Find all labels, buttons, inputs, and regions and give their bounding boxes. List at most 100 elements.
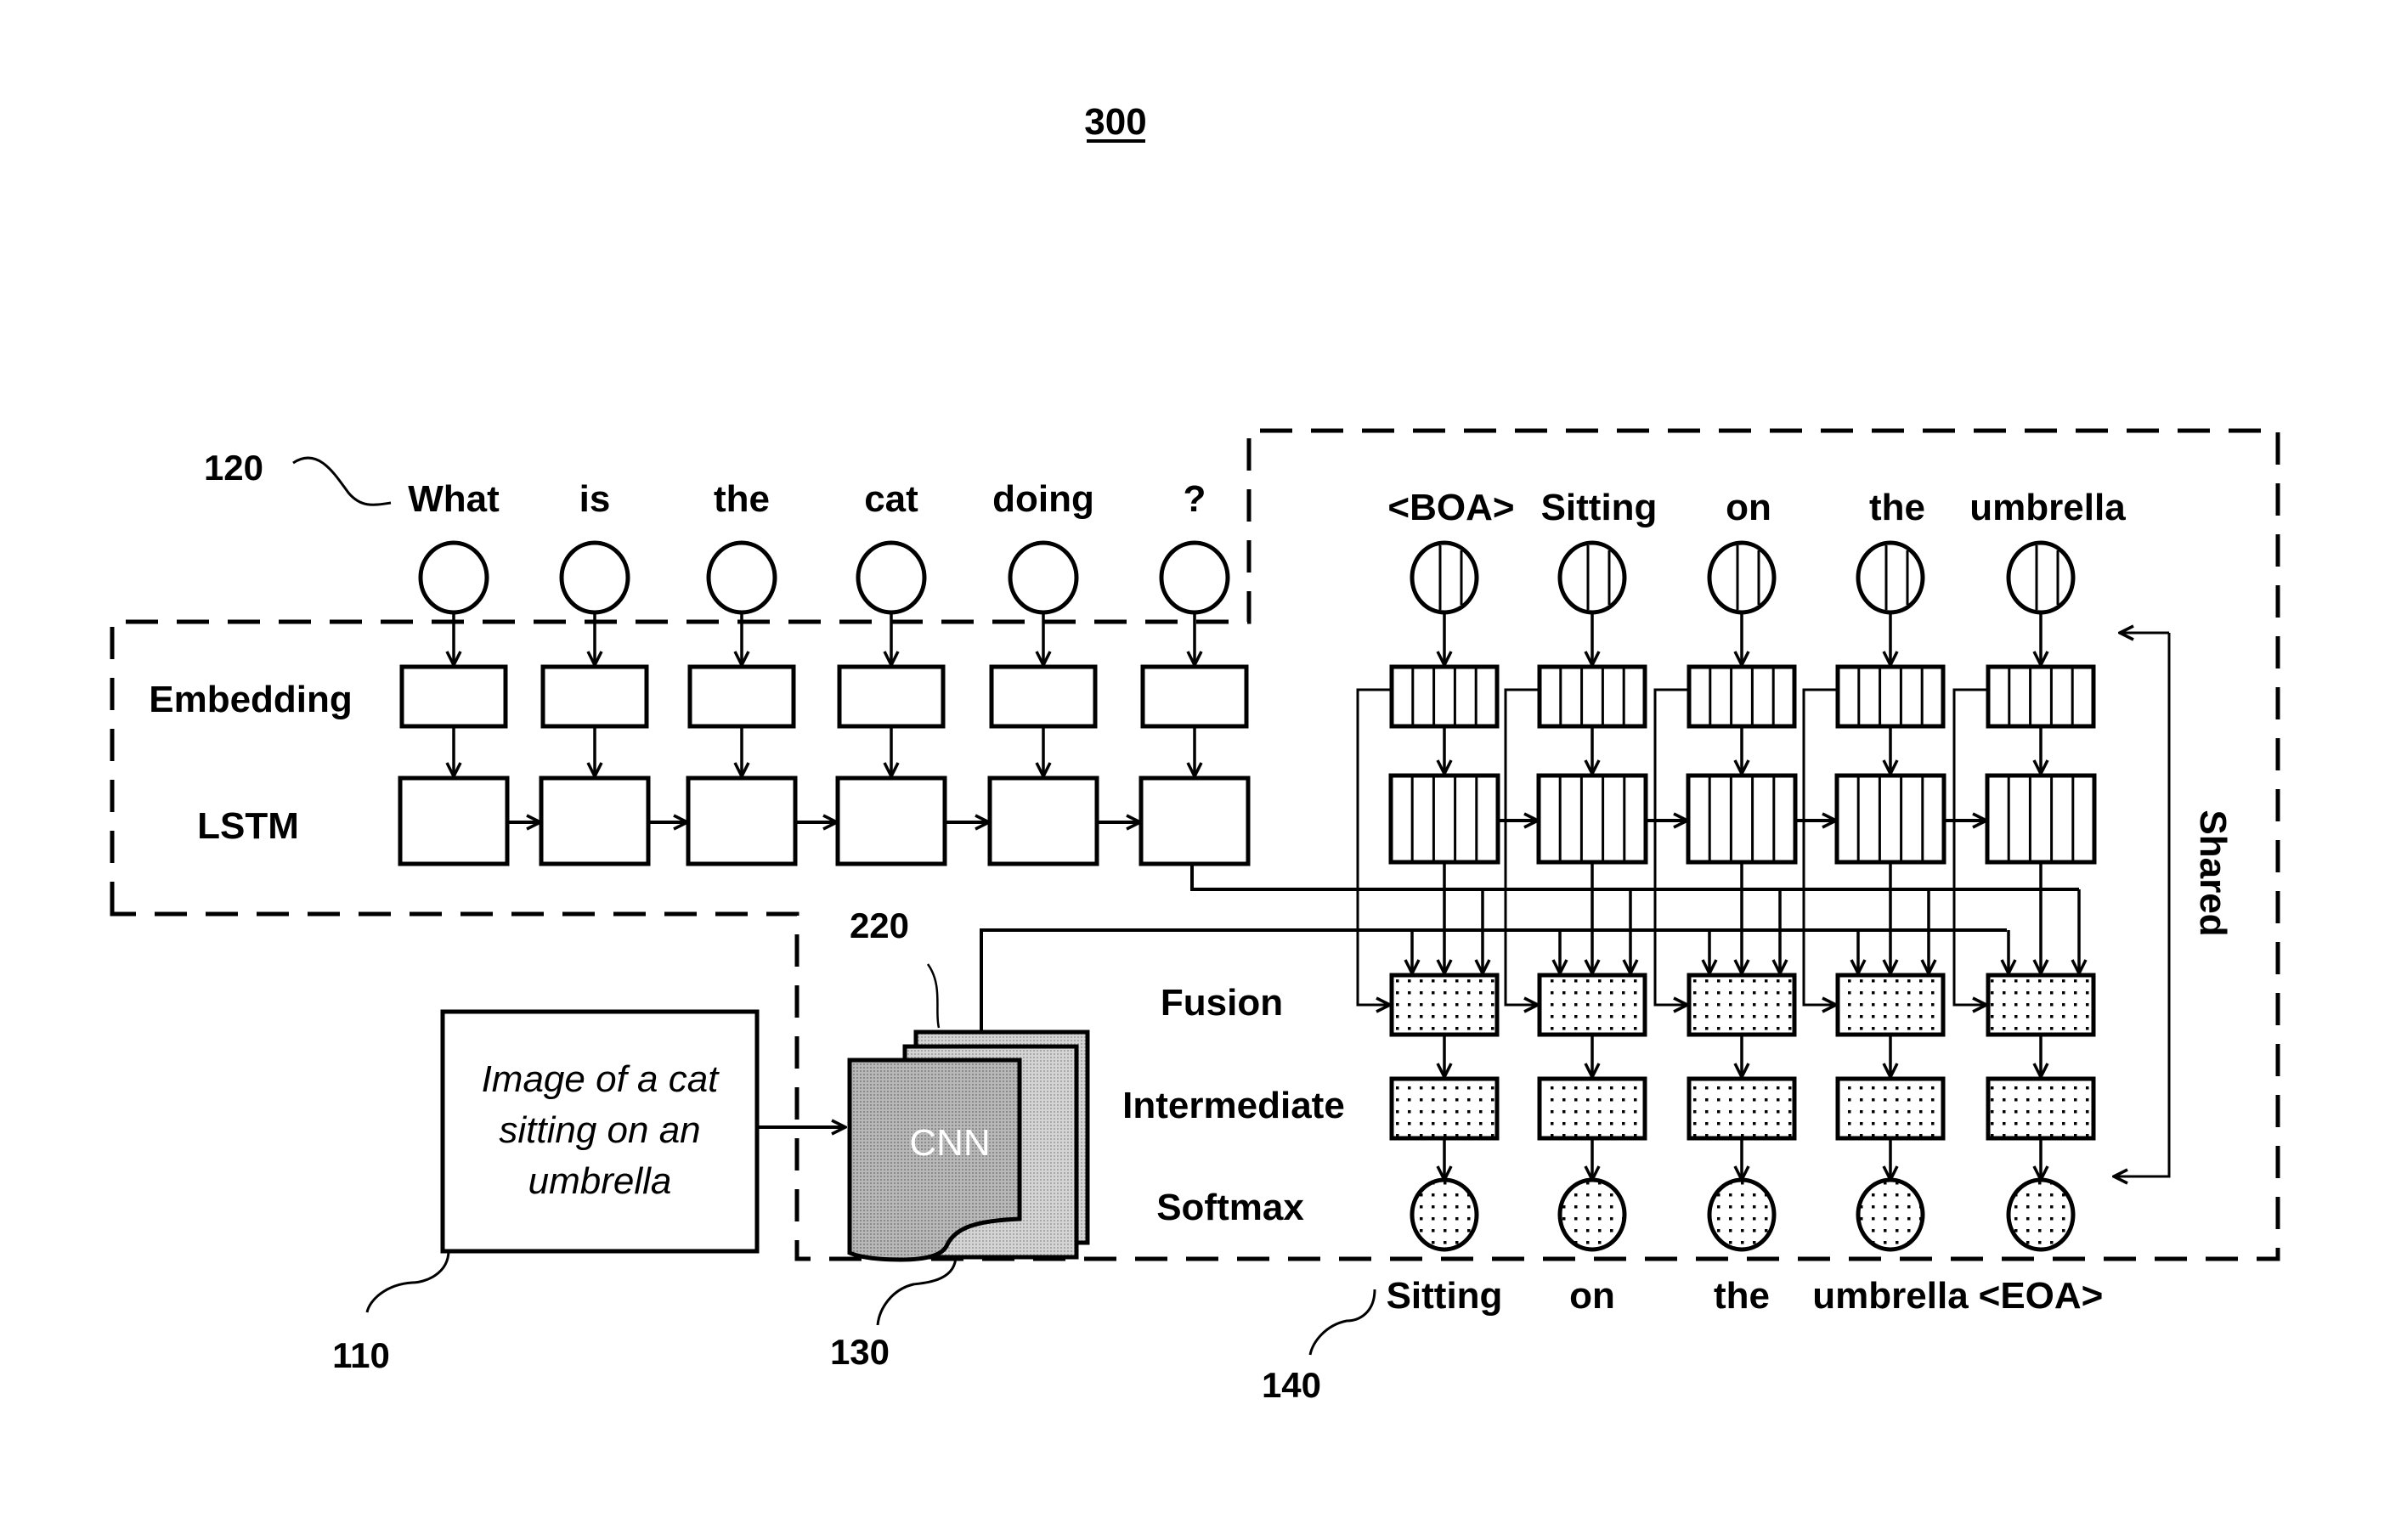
question-input-node bbox=[1008, 540, 1079, 615]
cnn-block: CNN bbox=[847, 1029, 1090, 1262]
ref-label-140: 140 bbox=[1262, 1365, 1321, 1405]
fusion-cell bbox=[1537, 973, 1647, 1037]
question-embedding-cell bbox=[399, 664, 508, 729]
image-description-line-3: umbrella bbox=[528, 1160, 672, 1202]
answer-column: umbrella <EOA> bbox=[1952, 487, 2126, 1317]
fusion-cell bbox=[1687, 973, 1797, 1037]
answer-input-token: Sitting bbox=[1541, 487, 1658, 528]
row-label-embedding: Embedding bbox=[149, 679, 353, 720]
question-token: ? bbox=[1184, 478, 1206, 520]
leader-line-130 bbox=[876, 1255, 958, 1326]
question-encoder: What is the cat doing? bbox=[398, 478, 1251, 866]
fusion-cell bbox=[1986, 973, 2096, 1037]
question-token: is bbox=[579, 478, 611, 520]
answer-column: Sitting on bbox=[1504, 487, 1687, 1317]
answer-output-token: <EOA> bbox=[1979, 1275, 2104, 1317]
question-token: What bbox=[408, 478, 500, 520]
question-output-line bbox=[1190, 864, 2079, 891]
leader-line-110 bbox=[365, 1249, 450, 1313]
answer-input-token: on bbox=[1726, 487, 1771, 528]
ref-label-220: 220 bbox=[850, 905, 909, 945]
embedding-to-fusion-arrow bbox=[1356, 688, 1392, 1005]
intermediate-cell bbox=[1986, 1076, 2096, 1141]
question-token: cat bbox=[864, 478, 918, 520]
softmax-node bbox=[2006, 1177, 2076, 1252]
question-column: cat bbox=[835, 478, 989, 866]
image-description-line-2: sitting on an bbox=[499, 1109, 700, 1151]
answer-input-node bbox=[2006, 540, 2076, 615]
question-token: the bbox=[714, 478, 770, 520]
question-embedding-cell bbox=[989, 664, 1098, 729]
fusion-cell bbox=[1389, 973, 1500, 1037]
answer-column: <BOA> Sitting bbox=[1356, 487, 1538, 1317]
answer-input-token: <BOA> bbox=[1387, 487, 1514, 528]
fusion-cell bbox=[1835, 973, 1946, 1037]
question-embedding-cell bbox=[687, 664, 796, 729]
answer-input-node bbox=[1707, 540, 1777, 615]
ref-label-130: 130 bbox=[830, 1332, 890, 1372]
answer-output-token: on bbox=[1569, 1275, 1615, 1317]
question-input-node bbox=[856, 540, 927, 615]
intermediate-cell bbox=[1389, 1076, 1500, 1141]
question-lstm-cell bbox=[1138, 776, 1251, 866]
answer-embedding-cell bbox=[1389, 664, 1500, 729]
answer-lstm-cell bbox=[1388, 773, 1500, 865]
question-token: doing bbox=[992, 478, 1094, 520]
leader-line-120 bbox=[292, 456, 392, 506]
question-input-node bbox=[1159, 540, 1230, 615]
question-lstm-cell bbox=[686, 776, 798, 866]
ref-label-120: 120 bbox=[204, 448, 263, 488]
answer-input-node bbox=[1856, 540, 1925, 615]
row-label-fusion: Fusion bbox=[1161, 982, 1283, 1024]
answer-input-token: umbrella bbox=[1969, 487, 2126, 528]
question-column: doing bbox=[987, 478, 1140, 866]
answer-lstm-cell bbox=[1834, 773, 1946, 865]
answer-column: the umbrella bbox=[1802, 487, 1986, 1317]
question-column: What bbox=[398, 478, 540, 866]
softmax-node bbox=[1410, 1177, 1479, 1252]
figure-number: 300 bbox=[1084, 101, 1146, 143]
answer-lstm-cell bbox=[1686, 773, 1798, 865]
answer-output-token: umbrella bbox=[1812, 1275, 1969, 1317]
row-label-softmax: Softmax bbox=[1156, 1187, 1304, 1228]
question-lstm-cell bbox=[987, 776, 1099, 866]
question-column: is bbox=[539, 478, 687, 866]
softmax-node bbox=[1557, 1177, 1627, 1252]
answer-embedding-cell bbox=[1537, 664, 1647, 729]
question-lstm-cell bbox=[398, 776, 510, 866]
intermediate-cell bbox=[1537, 1076, 1647, 1141]
answer-lstm-cell bbox=[1985, 773, 2097, 865]
cnn-label: CNN bbox=[909, 1122, 990, 1164]
intermediate-cell bbox=[1687, 1076, 1797, 1141]
shared-bracket-lower bbox=[2114, 633, 2171, 1176]
leader-line-220 bbox=[926, 963, 941, 1029]
embedding-to-fusion-arrow bbox=[1802, 688, 1838, 1005]
answer-output-token: the bbox=[1714, 1275, 1770, 1317]
softmax-node bbox=[1707, 1177, 1777, 1252]
question-input-node bbox=[559, 540, 630, 615]
answer-input-node bbox=[1557, 540, 1627, 615]
question-lstm-cell bbox=[539, 776, 651, 866]
answer-embedding-cell bbox=[1687, 664, 1797, 729]
answer-decoder: <BOA>SittingSittingononthetheumbrellaumb… bbox=[1356, 487, 2126, 1317]
leader-line-140 bbox=[1308, 1289, 1376, 1356]
question-embedding-cell bbox=[540, 664, 649, 729]
question-column: ? bbox=[1138, 478, 1251, 866]
question-embedding-cell bbox=[837, 664, 946, 729]
diagram-canvas: 300 120 220 110 130 140 Embedding LSTM F… bbox=[110, 101, 2280, 1405]
answer-input-node bbox=[1410, 540, 1479, 615]
image-description-line-1: Image of a cat bbox=[482, 1058, 720, 1100]
answer-column: on the bbox=[1653, 487, 1836, 1317]
question-lstm-cell bbox=[835, 776, 947, 866]
answer-embedding-cell bbox=[1835, 664, 1946, 729]
row-label-intermediate: Intermediate bbox=[1122, 1085, 1345, 1126]
embedding-to-fusion-arrow bbox=[1504, 688, 1540, 1005]
question-embedding-cell bbox=[1140, 664, 1249, 729]
answer-output-token: Sitting bbox=[1387, 1275, 1503, 1317]
embedding-to-fusion-arrow bbox=[1653, 688, 1689, 1005]
question-input-node bbox=[418, 540, 489, 615]
softmax-node bbox=[1856, 1177, 1925, 1252]
answer-lstm-cell bbox=[1536, 773, 1648, 865]
answer-input-token: the bbox=[1869, 487, 1925, 528]
row-label-lstm: LSTM bbox=[197, 805, 299, 847]
